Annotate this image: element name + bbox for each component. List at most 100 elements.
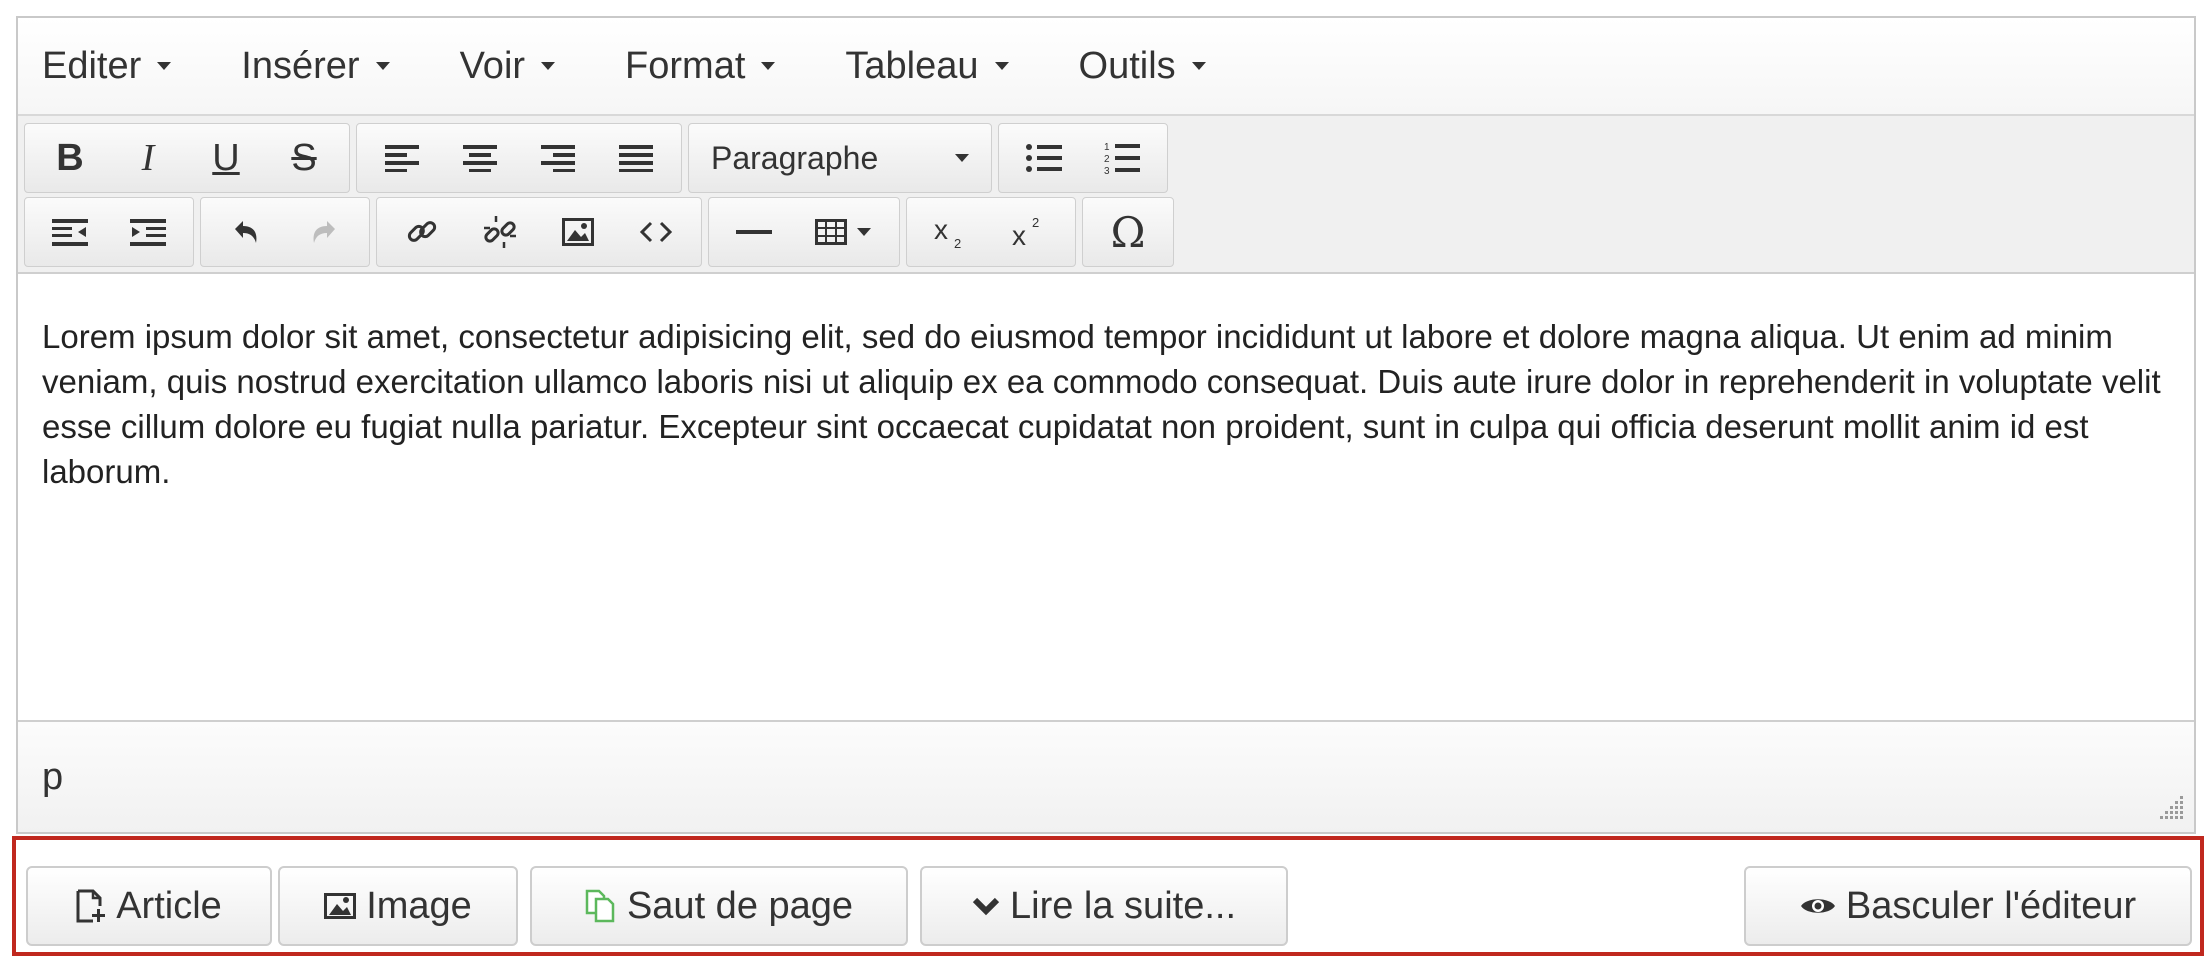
editor-toolbar: B I U S Paragraphe 1 2 3 x 2 x 2 Ω bbox=[18, 116, 2194, 274]
chevron-down-icon bbox=[972, 896, 1000, 916]
svg-text:2: 2 bbox=[954, 236, 961, 249]
link-icon bbox=[407, 221, 437, 242]
editor-content-area[interactable]: Lorem ipsum dolor sit amet, consectetur … bbox=[18, 274, 2194, 720]
remove-link-button[interactable] bbox=[461, 200, 539, 264]
italic-icon: I bbox=[141, 137, 155, 179]
subscript-icon: x2 bbox=[934, 215, 961, 249]
superscript-button[interactable]: x2 bbox=[991, 200, 1069, 264]
insert-link-button[interactable] bbox=[383, 200, 461, 264]
menu-inserer[interactable]: Insérer bbox=[241, 44, 390, 88]
table-icon bbox=[815, 219, 847, 245]
image-button[interactable]: Image bbox=[278, 866, 518, 946]
element-path[interactable]: p bbox=[42, 756, 63, 799]
toolbar-row-1: B I U S Paragraphe 1 2 3 bbox=[24, 122, 1174, 194]
caret-down-icon bbox=[541, 62, 556, 70]
underline-icon: U bbox=[212, 136, 240, 179]
article-button[interactable]: Article bbox=[26, 866, 272, 946]
menu-editer[interactable]: Editer bbox=[42, 44, 172, 88]
redo-icon bbox=[313, 221, 335, 243]
strikethrough-button[interactable]: S bbox=[265, 126, 343, 190]
align-right-button[interactable] bbox=[519, 126, 597, 190]
align-left-icon bbox=[385, 145, 419, 172]
readmore-button[interactable]: Lire la suite... bbox=[920, 866, 1288, 946]
svg-text:x: x bbox=[934, 215, 948, 245]
toggle-editor-button-label: Basculer l'éditeur bbox=[1845, 884, 2137, 927]
image-button-label: Image bbox=[366, 884, 472, 927]
bullet-list-icon bbox=[1026, 144, 1062, 172]
svg-text:1: 1 bbox=[1104, 142, 1110, 153]
numbered-list-icon: 123 bbox=[1104, 142, 1140, 175]
menu-outils-label: Outils bbox=[1078, 44, 1176, 87]
editor-menubar: Editer Insérer Voir Format Tableau Outil… bbox=[18, 18, 2194, 116]
caret-down-icon bbox=[994, 62, 1009, 70]
table-button[interactable] bbox=[793, 200, 893, 264]
pagebreak-button[interactable]: Saut de page bbox=[530, 866, 908, 946]
italic-button[interactable]: I bbox=[109, 126, 187, 190]
omega-icon: Ω bbox=[1110, 207, 1146, 257]
undo-button[interactable] bbox=[207, 200, 285, 264]
alignment-group bbox=[356, 123, 682, 193]
numbered-list-button[interactable]: 123 bbox=[1083, 126, 1161, 190]
indent-group bbox=[24, 197, 194, 267]
caret-down-icon bbox=[375, 62, 390, 70]
content-paragraph: Lorem ipsum dolor sit amet, consectetur … bbox=[42, 318, 2161, 490]
format-select-value: Paragraphe bbox=[711, 139, 879, 176]
code-icon bbox=[639, 221, 673, 243]
bullet-list-button[interactable] bbox=[1005, 126, 1083, 190]
caret-down-icon bbox=[761, 62, 776, 70]
copy-icon bbox=[585, 889, 617, 923]
horizontal-rule-icon bbox=[736, 230, 772, 234]
readmore-button-label: Lire la suite... bbox=[1010, 884, 1236, 927]
align-justify-icon bbox=[619, 145, 653, 172]
redo-button[interactable] bbox=[285, 200, 363, 264]
article-button-label: Article bbox=[116, 884, 222, 927]
format-select[interactable]: Paragraphe bbox=[695, 126, 985, 190]
editor-statusbar: p bbox=[18, 720, 2194, 832]
outdent-button[interactable] bbox=[31, 200, 109, 264]
svg-text:3: 3 bbox=[1104, 166, 1110, 175]
align-right-icon bbox=[541, 145, 575, 172]
special-characters-button[interactable]: Ω bbox=[1089, 200, 1167, 264]
picture-icon bbox=[324, 893, 357, 919]
menu-outils[interactable]: Outils bbox=[1079, 45, 1206, 88]
rich-text-editor: Editer Insérer Voir Format Tableau Outil… bbox=[16, 16, 2196, 834]
menu-tableau-label: Tableau bbox=[845, 44, 979, 87]
menu-inserer-label: Insérer bbox=[241, 44, 360, 87]
align-justify-button[interactable] bbox=[597, 126, 675, 190]
resize-handle-icon[interactable] bbox=[2158, 794, 2184, 820]
menu-editer-label: Editer bbox=[42, 44, 142, 87]
menu-voir-label: Voir bbox=[459, 44, 526, 87]
svg-text:2: 2 bbox=[1104, 154, 1110, 165]
unlink-icon bbox=[484, 216, 516, 248]
list-group: 123 bbox=[998, 123, 1168, 193]
bold-icon: B bbox=[56, 136, 84, 179]
text-style-group: B I U S bbox=[24, 123, 350, 193]
insert-group bbox=[376, 197, 702, 267]
caret-down-icon bbox=[1191, 62, 1206, 70]
file-add-icon bbox=[76, 889, 106, 923]
caret-down-icon bbox=[857, 228, 871, 236]
format-select-group: Paragraphe bbox=[688, 123, 992, 193]
subscript-button[interactable]: x2 bbox=[913, 200, 991, 264]
menu-format[interactable]: Format bbox=[625, 44, 776, 88]
menu-tableau[interactable]: Tableau bbox=[845, 44, 1009, 88]
toggle-editor-button[interactable]: Basculer l'éditeur bbox=[1744, 866, 2192, 946]
hr-table-group bbox=[708, 197, 900, 267]
underline-button[interactable]: U bbox=[187, 126, 265, 190]
menu-format-label: Format bbox=[625, 44, 746, 87]
horizontal-rule-button[interactable] bbox=[715, 200, 793, 264]
align-left-button[interactable] bbox=[363, 126, 441, 190]
outdent-icon bbox=[52, 219, 88, 246]
insert-image-button[interactable] bbox=[539, 200, 617, 264]
source-code-button[interactable] bbox=[617, 200, 695, 264]
indent-icon bbox=[130, 219, 166, 246]
superscript-icon: x2 bbox=[1012, 215, 1039, 249]
svg-text:x: x bbox=[1012, 220, 1026, 249]
indent-button[interactable] bbox=[109, 200, 187, 264]
align-center-button[interactable] bbox=[441, 126, 519, 190]
align-center-icon bbox=[463, 145, 497, 172]
image-icon bbox=[562, 218, 594, 246]
charmap-group: Ω bbox=[1082, 197, 1174, 267]
menu-voir[interactable]: Voir bbox=[459, 44, 556, 88]
bold-button[interactable]: B bbox=[31, 126, 109, 190]
